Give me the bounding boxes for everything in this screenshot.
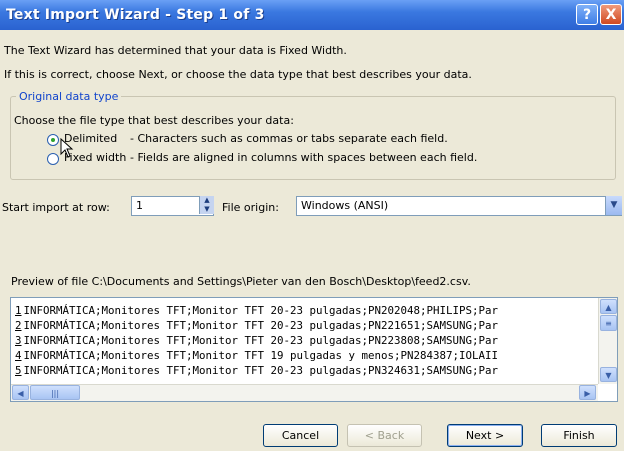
row-number: 1 [15, 304, 22, 317]
delimited-radio[interactable] [47, 134, 59, 146]
preview-row: 2 INFORMÁTICA;Monitores TFT;Monitor TFT 2… [15, 319, 498, 332]
finish-button[interactable]: Finish [541, 424, 617, 447]
horizontal-scrollbar[interactable]: ◀ ||| ▶ [11, 384, 598, 401]
cancel-button[interactable]: Cancel [263, 424, 338, 447]
scroll-right-icon[interactable]: ▶ [579, 385, 596, 400]
delimited-description: - Characters such as commas or tabs sepa… [130, 132, 448, 145]
window-title: Text Import Wizard - Step 1 of 3 [6, 7, 265, 23]
intro-line-2: If this is correct, choose Next, or choo… [4, 68, 472, 81]
row-text: INFORMÁTICA;Monitores TFT;Monitor TFT 20… [23, 364, 499, 377]
row-text: INFORMÁTICA;Monitores TFT;Monitor TFT 19… [23, 349, 499, 362]
close-icon[interactable]: X [600, 4, 622, 25]
start-row-label: Start import at row: [2, 201, 110, 214]
preview-label: Preview of file C:\Documents and Setting… [11, 275, 471, 288]
scroll-thumb-horizontal[interactable]: ||| [30, 385, 80, 400]
scroll-thumb-vertical[interactable]: ≡ [600, 315, 617, 331]
scroll-left-icon[interactable]: ◀ [12, 385, 29, 400]
fixed-width-radio[interactable] [47, 153, 59, 165]
preview-row: 4 INFORMÁTICA;Monitores TFT;Monitor TFT 1… [15, 349, 498, 362]
scroll-up-icon[interactable]: ▲ [600, 299, 617, 314]
fixed-width-description: - Fields are aligned in columns with spa… [130, 151, 478, 164]
title-bar: Text Import Wizard - Step 1 of 3 ? X [0, 0, 624, 30]
intro-line-1: The Text Wizard has determined that your… [4, 44, 347, 57]
chevron-down-icon[interactable]: ▼ [605, 196, 622, 215]
preview-pane[interactable]: 1 INFORMÁTICA;Monitores TFT;Monitor TFT 2… [10, 297, 618, 402]
row-text: INFORMÁTICA;Monitores TFT;Monitor TFT 20… [23, 304, 499, 317]
data-type-group-title: Original data type [16, 90, 122, 103]
spin-arrows-icon[interactable]: ▲ ▼ [199, 196, 214, 214]
vertical-scrollbar[interactable]: ▲ ≡ ▼ [598, 298, 617, 384]
file-origin-select[interactable]: Windows (ANSI) [296, 196, 622, 216]
file-origin-label: File origin: [222, 201, 279, 214]
row-number: 5 [15, 364, 22, 377]
help-icon[interactable]: ? [576, 4, 598, 25]
preview-row: 5 INFORMÁTICA;Monitores TFT;Monitor TFT 2… [15, 364, 498, 377]
back-button[interactable]: < Back [347, 424, 422, 447]
row-text: INFORMÁTICA;Monitores TFT;Monitor TFT 20… [23, 319, 499, 332]
row-number: 2 [15, 319, 22, 332]
start-row-value: 1 [136, 199, 143, 212]
row-number: 4 [15, 349, 22, 362]
file-origin-value: Windows (ANSI) [301, 199, 389, 212]
row-text: INFORMÁTICA;Monitores TFT;Monitor TFT 20… [23, 334, 499, 347]
data-type-prompt: Choose the file type that best describes… [14, 114, 294, 127]
mouse-pointer-icon [60, 138, 74, 158]
row-number: 3 [15, 334, 22, 347]
preview-row: 1 INFORMÁTICA;Monitores TFT;Monitor TFT 2… [15, 304, 498, 317]
next-button[interactable]: Next > [447, 424, 523, 447]
preview-row: 3 INFORMÁTICA;Monitores TFT;Monitor TFT 2… [15, 334, 498, 347]
scroll-down-icon[interactable]: ▼ [600, 367, 617, 382]
